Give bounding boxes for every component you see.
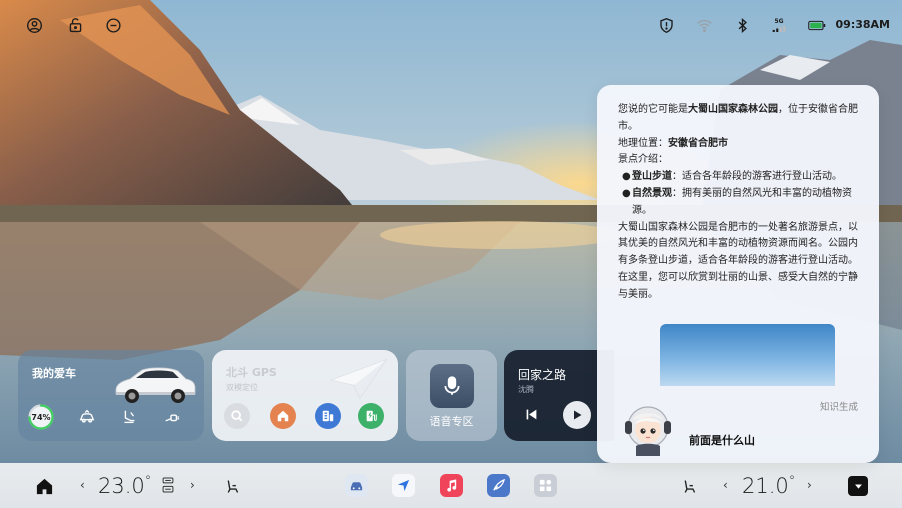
- left-temperature[interactable]: 23.0°: [98, 474, 151, 498]
- car-lock-icon[interactable]: [74, 404, 100, 430]
- shield-icon: [655, 14, 677, 36]
- answer-image[interactable]: [660, 324, 835, 386]
- grid-app-icon[interactable]: [534, 474, 557, 497]
- voice-zone-label: 语音专区: [429, 415, 474, 428]
- network-label: 5G: [774, 18, 784, 25]
- user-question: 前面是什么山: [689, 434, 755, 447]
- play-icon: [574, 410, 582, 420]
- status-clock: 09:38AM: [835, 18, 890, 31]
- gps-company-button[interactable]: [315, 403, 341, 429]
- navigation-app-icon[interactable]: [392, 474, 415, 497]
- gps-charging-station-button[interactable]: [358, 403, 384, 429]
- seat-heat-icon[interactable]: [116, 404, 142, 430]
- knowledge-generated-label: 知识生成: [819, 402, 858, 413]
- chevron-down-icon: [854, 483, 862, 489]
- menu-button[interactable]: [848, 476, 868, 496]
- left-temp-increase[interactable]: ›: [190, 478, 195, 492]
- air-defrost-icon[interactable]: [158, 472, 178, 498]
- battery-icon: [806, 14, 828, 36]
- right-temp-decrease[interactable]: ‹: [723, 478, 728, 492]
- music-app-icon[interactable]: [440, 474, 463, 497]
- right-temperature[interactable]: 21.0°: [742, 474, 795, 498]
- wifi-icon[interactable]: [693, 14, 715, 36]
- gps-search-button[interactable]: [224, 403, 250, 429]
- skip-back-icon: [526, 409, 536, 419]
- answer-bullet: ● 登山步道：适合各年龄段的游客进行登山活动。: [622, 171, 842, 183]
- gps-home-button[interactable]: [270, 403, 296, 429]
- signal-5g-icon: 5G: [768, 14, 790, 36]
- message-icon[interactable]: [102, 14, 124, 36]
- play-button[interactable]: [563, 401, 591, 429]
- song-title: 回家之路: [518, 368, 567, 382]
- microphone-icon: [430, 364, 474, 408]
- home-icon: [277, 410, 289, 422]
- answer-location: 地理位置：安徽省合肥市: [618, 137, 728, 149]
- assistant-avatar[interactable]: [621, 402, 675, 456]
- paper-plane-icon: [330, 358, 388, 400]
- gps-widget[interactable]: 北斗 GPS 双模定位: [212, 350, 398, 441]
- gps-widget-subtitle: 双模定位: [226, 383, 258, 392]
- answer-bullet: ● 自然景观：拥有美丽的自然风光和丰富的动植物资源。: [622, 187, 852, 216]
- assistant-answer-panel: 您说的它可能是大蜀山国家森林公园，位于安徽省合肥市。 地理位置：安徽省合肥市 景…: [597, 85, 879, 463]
- feather-app-icon[interactable]: [487, 474, 510, 497]
- bluetooth-icon[interactable]: [731, 14, 753, 36]
- home-button[interactable]: [33, 476, 55, 496]
- charging-station-icon: [366, 410, 377, 422]
- building-icon: [322, 410, 334, 422]
- car-widget-title: 我的爱车: [32, 367, 76, 380]
- answer-features-label: 景点介绍：: [618, 154, 668, 166]
- car-app-icon[interactable]: [345, 474, 368, 497]
- car-image: [115, 367, 196, 403]
- gps-widget-title: 北斗 GPS: [226, 366, 277, 379]
- search-icon: [231, 410, 243, 422]
- home-icon: [36, 478, 52, 494]
- car-battery-gauge[interactable]: 74%: [28, 404, 54, 430]
- previous-track-button[interactable]: [522, 405, 540, 423]
- answer-summary: 大蜀山国家森林公园是合肥市的一处著名旅游景点，以其优美的自然风光和丰富的动植物资…: [618, 221, 858, 300]
- song-artist: 沈腾: [518, 385, 534, 394]
- answer-place-name: 大蜀山国家森林公园: [688, 104, 778, 115]
- person-circle-icon[interactable]: [23, 14, 45, 36]
- driver-seat-icon[interactable]: [222, 475, 242, 497]
- my-car-widget[interactable]: 我的爱车 74%: [18, 350, 204, 441]
- charging-icon[interactable]: [158, 404, 184, 430]
- left-temp-decrease[interactable]: ‹: [80, 478, 85, 492]
- lock-icon[interactable]: [64, 14, 86, 36]
- voice-zone-widget[interactable]: 语音专区: [406, 350, 497, 441]
- car-battery-percent: 74%: [31, 412, 51, 422]
- right-temp-increase[interactable]: ›: [807, 478, 812, 492]
- answer-text: 您说的它可能是大蜀山国家森林公园，位于安徽省合肥市。 地理位置：安徽省合肥市 景…: [618, 102, 866, 304]
- passenger-seat-icon[interactable]: [679, 475, 699, 497]
- answer-intro: 您说的它可能是大蜀山国家森林公园，位于安徽省合肥市。: [618, 104, 858, 132]
